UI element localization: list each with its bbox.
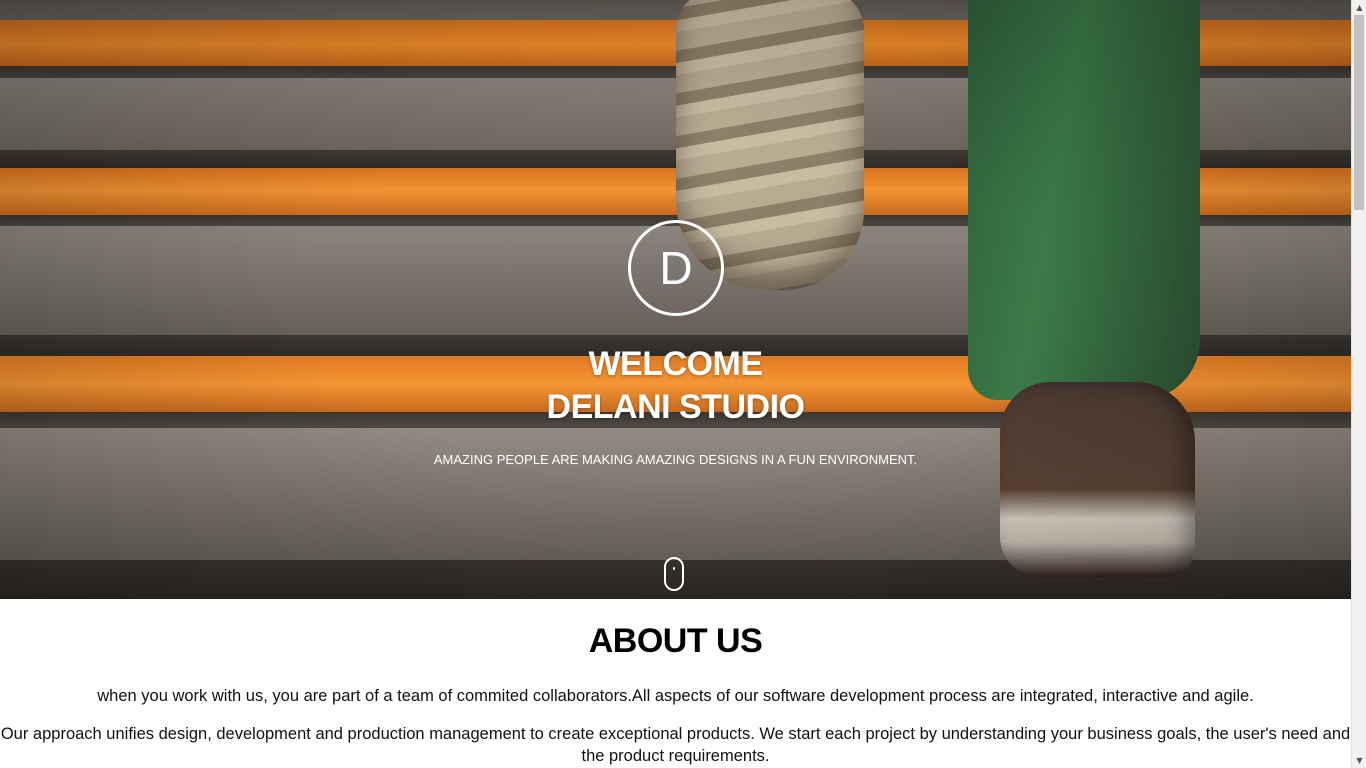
about-paragraph-1: when you work with us, you are part of a… [97, 687, 1254, 705]
about-section: ABOUT US when you work with us, you are … [0, 599, 1351, 768]
hero-title-line1: WELCOME [588, 345, 763, 383]
mouse-scroll-icon[interactable] [664, 557, 684, 591]
studio-logo: D [628, 220, 724, 316]
hero-subtitle: AMAZING PEOPLE ARE MAKING AMAZING DESIGN… [433, 452, 918, 467]
hero-section: D WELCOME DELANI STUDIO AMAZING PEOPLE A… [0, 0, 1351, 599]
hero-content: D WELCOME DELANI STUDIO AMAZING PEOPLE A… [0, 0, 1351, 599]
scroll-thumb[interactable] [1354, 15, 1364, 210]
page: D WELCOME DELANI STUDIO AMAZING PEOPLE A… [0, 0, 1351, 768]
hero-title: WELCOME DELANI STUDIO [0, 343, 1351, 429]
page-scrollbar[interactable]: ▲ ▼ [1351, 0, 1366, 768]
scroll-down-arrow-icon[interactable]: ▼ [1352, 753, 1366, 768]
about-heading: ABOUT US [588, 622, 763, 660]
about-paragraph-2: Our approach unifies design, development… [0, 725, 1351, 765]
logo-letter: D [659, 242, 693, 294]
scroll-up-arrow-icon[interactable]: ▲ [1352, 0, 1366, 15]
hero-title-line2: DELANI STUDIO [546, 388, 805, 426]
